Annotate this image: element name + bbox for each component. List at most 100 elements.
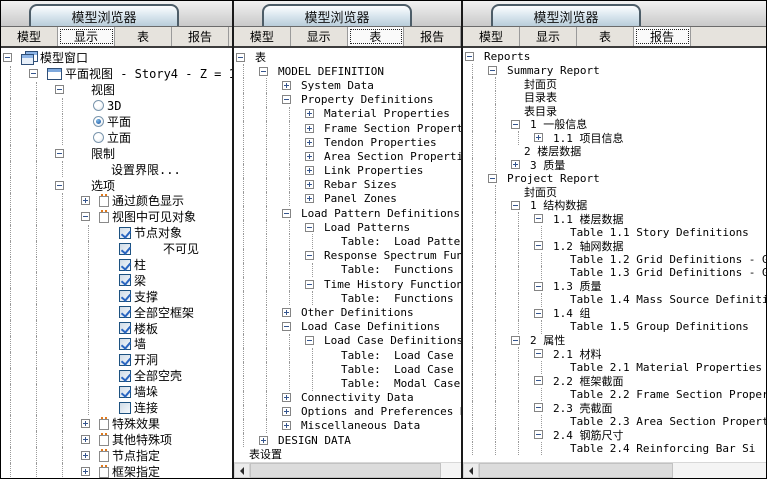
expander-minus-icon[interactable] — [282, 322, 291, 331]
expander-plus-icon[interactable] — [81, 467, 90, 476]
expander-plus-icon[interactable] — [305, 109, 314, 118]
scroll-left-arrow-icon[interactable] — [234, 463, 250, 478]
expander-minus-icon[interactable] — [55, 181, 64, 190]
tree-item[interactable]: Load Patterns — [236, 220, 461, 234]
tree-item[interactable]: 节点指定 — [3, 447, 232, 463]
tree-item[interactable]: 节点对象 — [3, 225, 232, 241]
expander-minus-icon[interactable] — [511, 120, 520, 129]
expander-plus-icon[interactable] — [305, 166, 314, 175]
tab-reports[interactable]: 报告 — [634, 27, 691, 46]
scroll-left-arrow-icon[interactable] — [463, 463, 479, 478]
tree-item[interactable]: Reports — [465, 50, 766, 64]
tab-display[interactable]: 显示 — [520, 27, 577, 46]
tree-item[interactable]: 墙垛 — [3, 384, 232, 400]
tree-item[interactable]: Area Section Properties — [236, 149, 461, 163]
expander-minus-icon[interactable] — [55, 85, 64, 94]
expander-plus-icon[interactable] — [305, 152, 314, 161]
tree-item[interactable]: Table: Load Case Def — [236, 348, 461, 362]
scrollbar-thumb[interactable] — [479, 463, 673, 478]
tree-item[interactable]: 连接 — [3, 400, 232, 416]
checkbox-checked-icon[interactable] — [119, 338, 131, 350]
tree-item[interactable]: 平面视图 - Story4 - Z = 12 — [3, 66, 232, 82]
checkbox-checked-icon[interactable] — [119, 259, 131, 271]
model-browser-tab[interactable]: 模型浏览器 — [262, 4, 412, 26]
tab-model[interactable]: 模型 — [1, 27, 58, 46]
expander-plus-icon[interactable] — [282, 421, 291, 430]
tree-item[interactable]: 封面页 — [465, 77, 766, 91]
expander-minus-icon[interactable] — [534, 349, 543, 358]
tree-item[interactable]: 通过颜色显示 — [3, 193, 232, 209]
tab-display[interactable]: 显示 — [291, 27, 348, 46]
expander-minus-icon[interactable] — [236, 53, 245, 62]
expander-minus-icon[interactable] — [488, 174, 497, 183]
tree-item[interactable]: Miscellaneous Data — [236, 419, 461, 433]
tree-item[interactable]: Connectivity Data — [236, 391, 461, 405]
checkbox-checked-icon[interactable] — [119, 306, 131, 318]
tab-model[interactable]: 模型 — [234, 27, 291, 46]
tree-item[interactable]: Frame Section Properties — [236, 121, 461, 135]
tree-item[interactable]: Table 1.3 Grid Definitions - Grid — [465, 266, 766, 280]
tree-item[interactable]: 1.1 项目信息 — [465, 131, 766, 145]
tree-item[interactable]: 表设置 — [236, 447, 461, 461]
expander-plus-icon[interactable] — [305, 124, 314, 133]
expander-minus-icon[interactable] — [534, 430, 543, 439]
tab-display[interactable]: 显示 — [58, 27, 115, 46]
expander-plus-icon[interactable] — [81, 451, 90, 460]
tree-item[interactable]: 其他特殊项 — [3, 431, 232, 447]
tree-item[interactable]: Table: Functions - T — [236, 291, 461, 305]
tree-item[interactable]: 开洞 — [3, 352, 232, 368]
radio-selected-icon[interactable] — [93, 116, 104, 127]
expander-plus-icon[interactable] — [282, 407, 291, 416]
tree-item[interactable]: Table 2.4 Reinforcing Bar Si — [465, 442, 766, 456]
tree-item[interactable]: Table: Functions - R — [236, 263, 461, 277]
tree-item[interactable]: MODEL DEFINITION — [236, 64, 461, 78]
checkbox-checked-icon[interactable] — [119, 354, 131, 366]
tab-tables[interactable]: 表 — [577, 27, 634, 46]
tree-item[interactable]: 2.1 材料 — [465, 347, 766, 361]
tree-item[interactable]: 1.3 质量 — [465, 280, 766, 294]
checkbox-checked-icon[interactable] — [119, 322, 131, 334]
expander-minus-icon[interactable] — [282, 95, 291, 104]
checkbox-checked-icon[interactable] — [119, 274, 131, 286]
radio-icon[interactable] — [93, 132, 104, 143]
tree-item[interactable]: Rebar Sizes — [236, 178, 461, 192]
tree-item[interactable]: 2.3 壳截面 — [465, 401, 766, 415]
tree-item[interactable]: 2.4 钢筋尺寸 — [465, 428, 766, 442]
checkbox-checked-icon[interactable] — [119, 370, 131, 382]
tree-item[interactable]: 框架指定 — [3, 463, 232, 478]
expander-minus-icon[interactable] — [259, 67, 268, 76]
tree-item[interactable]: 1.2 轴网数据 — [465, 239, 766, 253]
expander-minus-icon[interactable] — [282, 209, 291, 218]
expander-plus-icon[interactable] — [81, 435, 90, 444]
tree-item[interactable]: Table 1.5 Group Definitions — [465, 320, 766, 334]
tree-item[interactable]: 2 属性 — [465, 334, 766, 348]
tree-item[interactable]: 全部空壳 — [3, 368, 232, 384]
tab-reports[interactable]: 报告 — [404, 27, 461, 46]
tree-item[interactable]: 楼板 — [3, 320, 232, 336]
checkbox-unchecked-icon[interactable] — [119, 402, 131, 414]
expander-minus-icon[interactable] — [488, 66, 497, 75]
tree-item[interactable]: 立面 — [3, 129, 232, 145]
tree-item[interactable]: Other Definitions — [236, 305, 461, 319]
tree-item[interactable]: Load Case Definitions — [236, 334, 461, 348]
tree-item[interactable]: Property Definitions — [236, 93, 461, 107]
expander-plus-icon[interactable] — [511, 160, 520, 169]
tree-item[interactable]: Load Case Definitions — [236, 320, 461, 334]
expander-minus-icon[interactable] — [55, 149, 64, 158]
tree-item[interactable]: 设置界限... — [3, 161, 232, 177]
tab-tables[interactable]: 表 — [348, 27, 405, 46]
tree-item[interactable]: 限制 — [3, 145, 232, 161]
expander-minus-icon[interactable] — [81, 212, 90, 221]
tree-item[interactable]: Table: Load Pattern — [236, 234, 461, 248]
horizontal-scrollbar[interactable] — [463, 462, 766, 478]
tree-item[interactable]: Table 2.2 Frame Section Property D — [465, 388, 766, 402]
tree-item[interactable]: 2.2 框架截面 — [465, 374, 766, 388]
tree-item[interactable]: System Data — [236, 78, 461, 92]
expander-minus-icon[interactable] — [534, 376, 543, 385]
tab-tables[interactable]: 表 — [115, 27, 172, 46]
tree-item[interactable]: Response Spectrum Functi — [236, 249, 461, 263]
expander-minus-icon[interactable] — [3, 53, 12, 62]
tree-item[interactable]: 柱 — [3, 257, 232, 273]
tab-reports[interactable]: 报告 — [172, 27, 229, 46]
tree-item[interactable]: 墙 — [3, 336, 232, 352]
